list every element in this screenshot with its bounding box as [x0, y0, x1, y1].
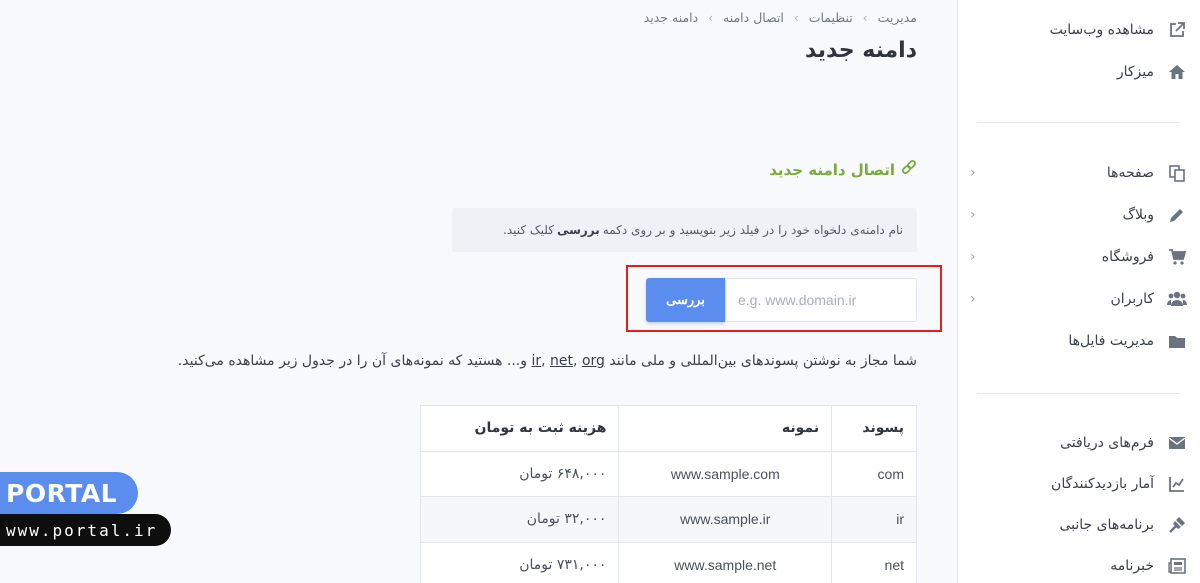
- table-row: ir www.sample.ir ۳۲,۰۰۰ تومان: [419, 496, 917, 543]
- sidebar-item-view-website[interactable]: مشاهده وب‌سایت: [970, 15, 1188, 45]
- table-cell-price: ۳۲,۰۰۰ تومان: [419, 496, 620, 543]
- breadcrumb-separator: ›: [793, 10, 799, 25]
- copy-icon: [1166, 162, 1188, 184]
- info-text-before: نام دامنه‌ی دلخواه خود را در فیلد زیر بن…: [602, 223, 903, 237]
- chevron-left-icon: ‹: [970, 291, 976, 307]
- section-title-label: اتصال دامنه جدید: [769, 161, 895, 179]
- info-text-bold: بررسی: [556, 223, 600, 237]
- sidebar-item-label: وبلاگ: [1122, 207, 1154, 223]
- domain-input[interactable]: [725, 278, 917, 322]
- breadcrumb-item-domain-connect[interactable]: اتصال دامنه: [723, 10, 784, 25]
- table-cell-extension: net: [831, 541, 917, 583]
- breadcrumb: مدیریت › تنظیمات › اتصال دامنه › دامنه ج…: [644, 10, 917, 25]
- sidebar-item-shop[interactable]: فروشگاه ‹: [970, 242, 1188, 272]
- breadcrumb-item-admin[interactable]: مدیریت: [878, 10, 917, 25]
- sidebar-item-plugins[interactable]: برنامه‌های جانبی: [970, 510, 1188, 540]
- table-header-extension: پسوند: [831, 405, 917, 452]
- table-cell-sample: www.sample.com: [618, 450, 833, 497]
- desc-text-before: شما مجاز به نوشتن پسوندهای بین‌المللی و …: [609, 353, 917, 369]
- tld-link-ir[interactable]: ir: [531, 353, 541, 369]
- external-link-icon: [1166, 19, 1188, 41]
- table-header-price: هزینه ثبت به تومان: [419, 405, 620, 452]
- table-cell-price: ۷۳۱,۰۰۰ تومان: [419, 541, 620, 583]
- breadcrumb-separator: ›: [708, 10, 714, 25]
- sidebar-item-label: مشاهده وب‌سایت: [1049, 22, 1154, 38]
- table-row: net www.sample.net ۷۳۱,۰۰۰ تومان: [419, 541, 917, 583]
- sidebar-item-blog[interactable]: وبلاگ ‹: [970, 200, 1188, 230]
- sidebar-divider: [977, 122, 1180, 123]
- sidebar-item-label: آمار بازدیدکنندگان: [1051, 476, 1154, 492]
- table-row: com www.sample.com ۶۴۸,۰۰۰ تومان: [419, 450, 917, 497]
- sidebar-item-pages[interactable]: صفحه‌ها ‹: [970, 158, 1188, 188]
- sidebar-item-label: خبرنامه: [1110, 558, 1154, 574]
- sidebar-item-label: کاربران: [1110, 291, 1154, 307]
- sidebar-item-label: فروشگاه: [1101, 249, 1154, 265]
- info-box: نام دامنه‌ی دلخواه خود را در فیلد زیر بن…: [452, 208, 917, 252]
- plug-icon: [1166, 514, 1188, 536]
- table-header-row: پسوند نمونه هزینه ثبت به تومان: [419, 405, 917, 452]
- watermark-brand: PORTAL: [0, 472, 138, 514]
- sidebar-item-label: مدیریت فایل‌ها: [1068, 333, 1154, 349]
- sidebar-item-visitor-stats[interactable]: آمار بازدیدکنندگان: [970, 469, 1188, 499]
- sidebar-item-label: فرم‌های دریافتی: [1060, 435, 1154, 451]
- watermark-url: www.portal.ir: [0, 514, 171, 546]
- table-cell-extension: com: [831, 450, 917, 497]
- sidebar-item-dashboard[interactable]: میزکار: [970, 57, 1188, 87]
- table-header-sample: نمونه: [618, 405, 833, 452]
- breadcrumb-separator: ›: [862, 10, 868, 25]
- newspaper-icon: [1166, 555, 1188, 577]
- watermark-url-text: www.portal.ir: [6, 520, 158, 540]
- check-button[interactable]: بررسی: [646, 278, 725, 322]
- sidebar-item-label: صفحه‌ها: [1106, 165, 1154, 181]
- tld-link-org[interactable]: org: [582, 353, 605, 369]
- section-title: اتصال دامنه جدید: [769, 160, 917, 180]
- pencil-icon: [1166, 204, 1188, 226]
- chevron-left-icon: ‹: [970, 165, 976, 181]
- sidebar-item-label: میزکار: [1116, 64, 1154, 80]
- info-text-after: کلیک کنید.: [503, 223, 554, 237]
- link-icon: [901, 160, 917, 180]
- sidebar-item-users[interactable]: کاربران ‹: [970, 284, 1188, 314]
- cart-icon: [1166, 246, 1188, 268]
- table-cell-sample: www.sample.net: [618, 541, 833, 583]
- folder-icon: [1166, 330, 1188, 352]
- breadcrumb-item-current: دامنه جدید: [643, 10, 699, 25]
- home-icon: [1166, 61, 1188, 83]
- tld-link-net[interactable]: net: [550, 353, 573, 369]
- sidebar: مشاهده وب‌سایت میزکار صفحه‌ها ‹ وبلاگ ‹ …: [957, 0, 1200, 583]
- chart-icon: [1166, 473, 1188, 495]
- breadcrumb-item-settings[interactable]: تنظیمات: [809, 10, 853, 25]
- watermark-brand-text: PORTAL: [6, 478, 118, 508]
- tld-description: شما مجاز به نوشتن پسوندهای بین‌المللی و …: [177, 353, 917, 369]
- page-title: دامنه جدید: [805, 38, 917, 63]
- envelope-icon: [1166, 432, 1188, 454]
- sidebar-divider: [977, 393, 1180, 394]
- chevron-left-icon: ‹: [970, 207, 976, 223]
- table-cell-sample: www.sample.ir: [618, 496, 833, 543]
- sidebar-item-file-manager[interactable]: مدیریت فایل‌ها: [970, 326, 1188, 356]
- table-cell-extension: ir: [831, 496, 917, 543]
- sidebar-item-received-forms[interactable]: فرم‌های دریافتی: [970, 428, 1188, 458]
- sidebar-item-label: برنامه‌های جانبی: [1059, 517, 1154, 533]
- sidebar-item-newsletter[interactable]: خبرنامه: [970, 551, 1188, 581]
- table-cell-price: ۶۴۸,۰۰۰ تومان: [419, 450, 620, 497]
- chevron-left-icon: ‹: [970, 249, 976, 265]
- desc-text-after: و... هستید که نمونه‌های آن را در جدول زی…: [177, 353, 528, 369]
- pricing-table: پسوند نمونه هزینه ثبت به تومان com www.s…: [419, 405, 917, 583]
- users-icon: [1166, 288, 1188, 310]
